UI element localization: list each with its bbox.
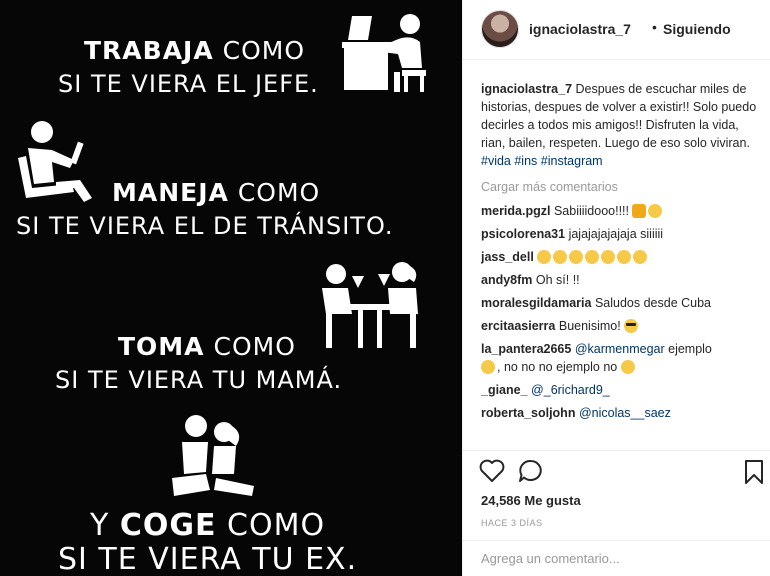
header-username[interactable]: ignaciolastra_7 [529,21,631,37]
caption-username[interactable]: ignaciolastra_7 [481,82,572,96]
comment-item-continued: , no no no ejemplo no [481,358,761,376]
laughing-emoji-icon [617,250,632,264]
image-line-6: SI TE VIERA TU MAMÁ. [55,366,343,394]
header-separator: • [652,19,657,35]
comments-list[interactable]: ignaciolastra_7 Despues de escuchar mile… [481,80,761,450]
post-header: ignaciolastra_7 • Siguiendo [463,0,770,60]
comment-text: Saludos desde Cuba [594,296,712,310]
comment-icon[interactable] [518,459,544,483]
post-image: TRABAJA COMO SI TE VIERA EL JEFE. MANEJA… [0,0,462,576]
laughing-emoji-icon [585,250,600,264]
laughing-emoji-icon [537,250,552,264]
grimace-emoji-icon [481,360,495,374]
comment-text: ejemplo [664,342,712,356]
follow-status-button[interactable]: Siguiendo [663,21,731,37]
comment-item: moralesgildamaria Saludos desde Cuba [481,294,761,312]
comment-mention[interactable]: @_6richard9_ [531,383,610,397]
comment-text: , no no no ejemplo no [497,360,621,374]
comment-username[interactable]: andy8fm [481,273,532,287]
comment-item: andy8fm Oh sí! !! [481,271,761,289]
post-timestamp: HACE 3 DÍAS [481,518,543,528]
comment-username[interactable]: psicolorena31 [481,227,565,241]
comment-item: _giane_ @_6richard9_ [481,381,761,399]
image-line-2: SI TE VIERA EL JEFE. [58,70,319,98]
beer-emoji-icon [632,204,647,218]
laughing-emoji-icon [633,250,648,264]
image-line-5: TOMA COMO [118,332,296,361]
laughing-emoji-icon [553,250,568,264]
thinking-emoji-icon [620,360,635,374]
laughing-emoji-icon [601,250,616,264]
caption-hashtags[interactable]: #vida #ins #instagram [481,154,603,168]
comment-text: Oh sí! !! [535,273,580,287]
comment-mention[interactable]: @karmenmegar [575,342,665,356]
image-line-8: SI TE VIERA TU EX. [58,542,358,576]
image-line-7: Y COGE COMO [90,508,326,543]
office-worker-icon [342,14,426,92]
comment-item: merida.pgzl Sabiiiidooo!!!! [481,202,761,220]
post-side-panel: ignaciolastra_7 • Siguiendo ignaciolastr… [462,0,770,576]
comment-mention[interactable]: @nicolas__saez [579,406,671,420]
couple-icon [172,415,254,496]
laughing-emoji-icon [569,250,584,264]
sunglasses-emoji-icon [624,319,639,333]
image-line-3: MANEJA COMO [112,178,321,207]
image-line-4: SI TE VIERA EL DE TRÁNSITO. [16,212,394,240]
likes-count[interactable]: 24,586 Me gusta [481,493,581,508]
comment-item: la_pantera2665 @karmenmegar ejemplo [481,340,761,358]
driver-icon [18,121,92,202]
comment-username[interactable]: merida.pgzl [481,204,550,218]
comment-input[interactable] [481,551,741,566]
comment-item: psicolorena31 jajajajajajaja siiiiii [481,225,761,243]
image-line-1: TRABAJA COMO [84,36,306,65]
post-actions: 24,586 Me gusta HACE 3 DÍAS [463,450,770,550]
comment-text: jajajajajajaja siiiiii [568,227,664,241]
post-caption: ignaciolastra_7 Despues de escuchar mile… [481,80,761,170]
ok-hand-emoji-icon [648,204,663,218]
comment-text: Sabiiiidooo!!!! [553,204,633,218]
heart-icon[interactable] [479,459,505,483]
comment-item: roberta_soljohn @nicolas__saez [481,404,761,422]
drinking-people-icon [322,262,418,348]
comment-username[interactable]: ercitaasierra [481,319,555,333]
comment-text: Buenisimo! [558,319,625,333]
load-more-comments-button[interactable]: Cargar más comentarios [481,178,761,196]
comment-username[interactable]: la_pantera2665 [481,342,571,356]
comment-username[interactable]: roberta_soljohn [481,406,575,420]
comment-username[interactable]: moralesgildamaria [481,296,591,310]
comment-item: jass_dell [481,248,761,266]
comment-username[interactable]: jass_dell [481,250,534,264]
bookmark-icon[interactable] [743,459,765,485]
comment-item: ercitaasierra Buenisimo! [481,317,761,335]
comment-username[interactable]: _giane_ [481,383,528,397]
add-comment-bar [463,540,770,576]
avatar[interactable] [481,10,519,48]
